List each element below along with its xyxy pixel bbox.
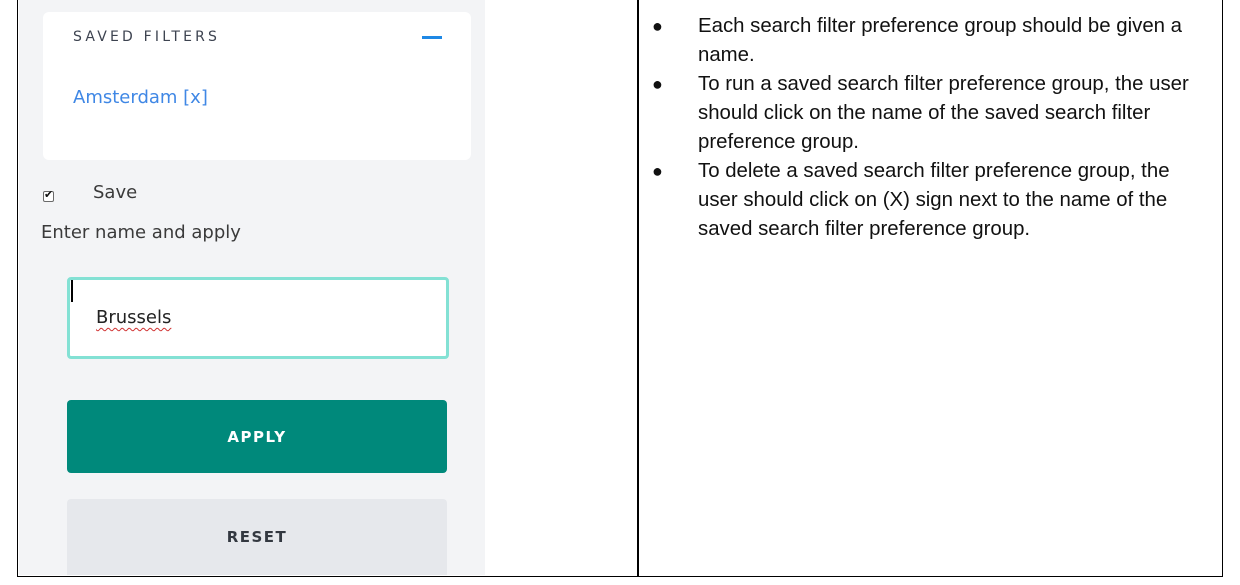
filters-panel: SAVED FILTERS Amsterdam [x] ✔ Save Enter… xyxy=(19,0,485,575)
save-checkbox[interactable]: ✔ xyxy=(43,188,54,202)
checkmark-icon: ✔ xyxy=(44,188,54,201)
saved-filters-title: SAVED FILTERS xyxy=(73,29,221,45)
apply-button[interactable]: APPLY xyxy=(67,400,447,473)
saved-filter-link[interactable]: Amsterdam [x] xyxy=(73,87,208,108)
requirements-list: ● Each search filter preference group sh… xyxy=(651,12,1211,244)
list-item-text: To delete a saved search filter preferen… xyxy=(698,160,1170,240)
reset-button[interactable]: RESET xyxy=(67,499,447,575)
list-item: ● To delete a saved search filter prefer… xyxy=(651,157,1211,244)
bullet-icon: ● xyxy=(652,74,663,94)
bullet-icon: ● xyxy=(652,16,663,36)
save-label: Save xyxy=(93,182,138,203)
list-item: ● To run a saved search filter preferenc… xyxy=(651,70,1211,157)
list-item-text: Each search filter preference group shou… xyxy=(698,15,1183,66)
filter-name-input[interactable]: Brussels xyxy=(67,277,449,359)
enter-name-instruction: Enter name and apply xyxy=(41,222,241,243)
list-item-text: To run a saved search filter preference … xyxy=(698,73,1189,153)
filter-name-value: Brussels xyxy=(96,307,172,328)
table-column-divider xyxy=(637,0,639,576)
minus-icon[interactable] xyxy=(422,36,442,39)
bullet-icon: ● xyxy=(652,161,663,181)
text-caret xyxy=(71,280,73,302)
list-item: ● Each search filter preference group sh… xyxy=(651,12,1211,70)
